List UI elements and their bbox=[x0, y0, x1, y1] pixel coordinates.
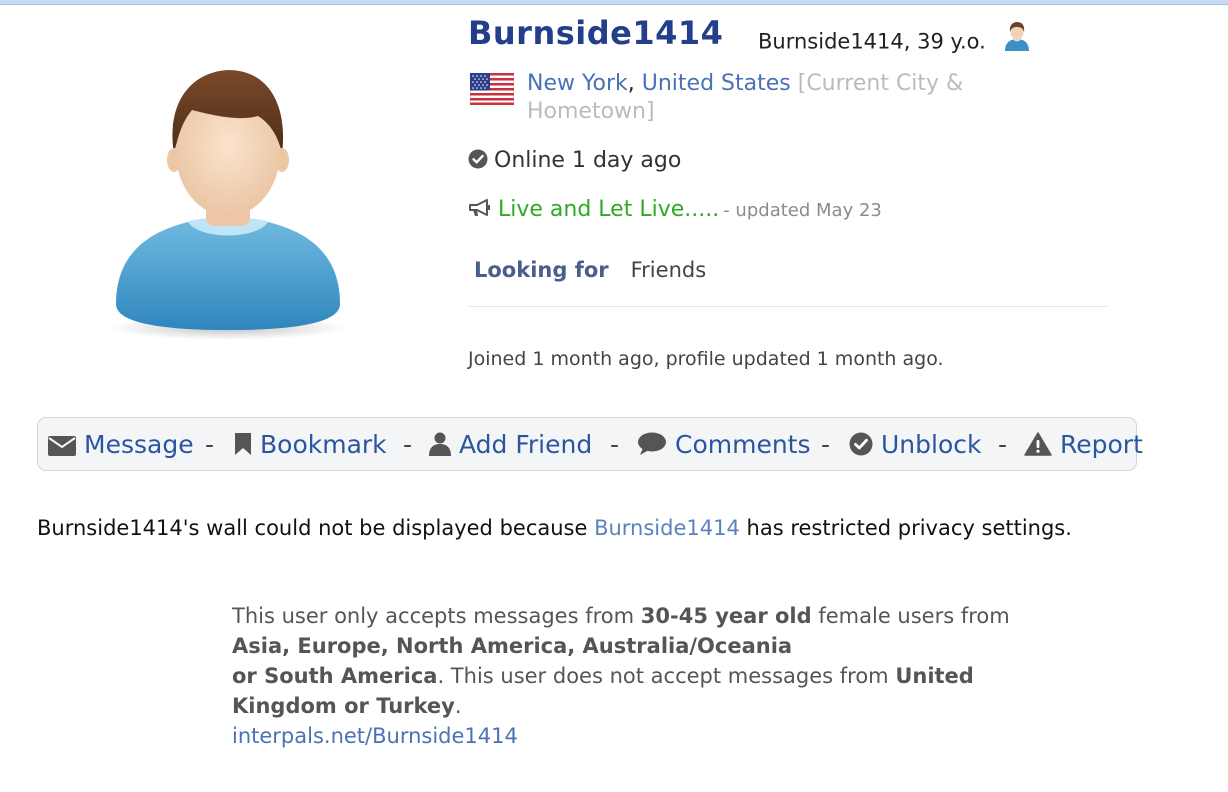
divider bbox=[468, 306, 1108, 307]
profile-action-bar: Message - Bookmark - Add Friend - Commen… bbox=[37, 417, 1143, 471]
looking-for-label: Looking for bbox=[474, 258, 609, 282]
us-flag-icon bbox=[470, 73, 514, 105]
message-button[interactable]: Message bbox=[48, 430, 194, 459]
megaphone-icon bbox=[469, 199, 490, 216]
profile-username-link[interactable]: Burnside1414 bbox=[468, 14, 723, 52]
male-user-icon bbox=[1002, 21, 1032, 56]
report-label: Report bbox=[1060, 430, 1143, 459]
status-updated: - updated May 23 bbox=[723, 200, 882, 221]
action-separator: - bbox=[821, 430, 831, 459]
check-circle-icon bbox=[849, 432, 873, 456]
location-text: New York, United States [Current City & … bbox=[527, 71, 964, 124]
message-label: Message bbox=[84, 430, 194, 459]
add-friend-button[interactable]: Add Friend bbox=[429, 430, 592, 459]
city-link[interactable]: New York bbox=[527, 71, 628, 96]
wall-username-link[interactable]: Burnside1414 bbox=[594, 516, 740, 540]
wall-restricted-message: Burnside1414's wall could not be display… bbox=[37, 516, 1072, 540]
age-range: 30-45 year old bbox=[640, 604, 812, 628]
action-separator: - bbox=[610, 430, 620, 459]
bookmark-button[interactable]: Bookmark bbox=[234, 430, 387, 459]
warning-icon bbox=[1024, 432, 1052, 456]
comment-icon bbox=[638, 432, 666, 455]
action-separator: - bbox=[998, 430, 1008, 459]
looking-for-value: Friends bbox=[630, 258, 707, 282]
profile-avatar[interactable] bbox=[108, 64, 348, 344]
default-user-avatar-icon bbox=[110, 70, 346, 340]
bookmark-icon bbox=[235, 433, 251, 455]
user-icon bbox=[429, 432, 451, 456]
check-circle-icon bbox=[468, 149, 488, 169]
top-border bbox=[0, 0, 1228, 5]
unblock-button[interactable]: Unblock bbox=[849, 430, 981, 459]
name-age-text: Burnside1414, 39 y.o. bbox=[758, 29, 986, 54]
allowed-regions-last: or South America bbox=[232, 664, 438, 688]
profile-url-link[interactable]: interpals.net/Burnside1414 bbox=[232, 724, 518, 748]
name-age-line: Burnside1414, 39 y.o. bbox=[758, 22, 1032, 56]
status-message: Live and Let Live..... bbox=[498, 197, 720, 222]
comments-button[interactable]: Comments bbox=[637, 430, 811, 459]
looking-for-row: Looking for Friends bbox=[474, 258, 706, 282]
message-restrictions: This user only accepts messages from 30-… bbox=[232, 604, 1010, 748]
online-status-text: Online 1 day ago bbox=[494, 148, 682, 173]
bookmark-label: Bookmark bbox=[260, 430, 387, 459]
action-separator: - bbox=[403, 430, 413, 459]
unblock-label: Unblock bbox=[881, 430, 982, 459]
online-status: Online 1 day ago bbox=[468, 148, 681, 173]
allowed-regions: Asia, Europe, North America, Australia/O… bbox=[232, 634, 793, 658]
status-message-row: Live and Let Live..... - updated May 23 bbox=[468, 197, 882, 222]
joined-text: Joined 1 month ago, profile updated 1 mo… bbox=[468, 348, 944, 370]
comments-label: Comments bbox=[675, 430, 811, 459]
envelope-icon bbox=[48, 436, 76, 456]
action-separator: - bbox=[205, 430, 215, 459]
report-button[interactable]: Report bbox=[1024, 430, 1143, 459]
country-link[interactable]: United States bbox=[642, 71, 791, 96]
add-friend-label: Add Friend bbox=[459, 430, 593, 459]
